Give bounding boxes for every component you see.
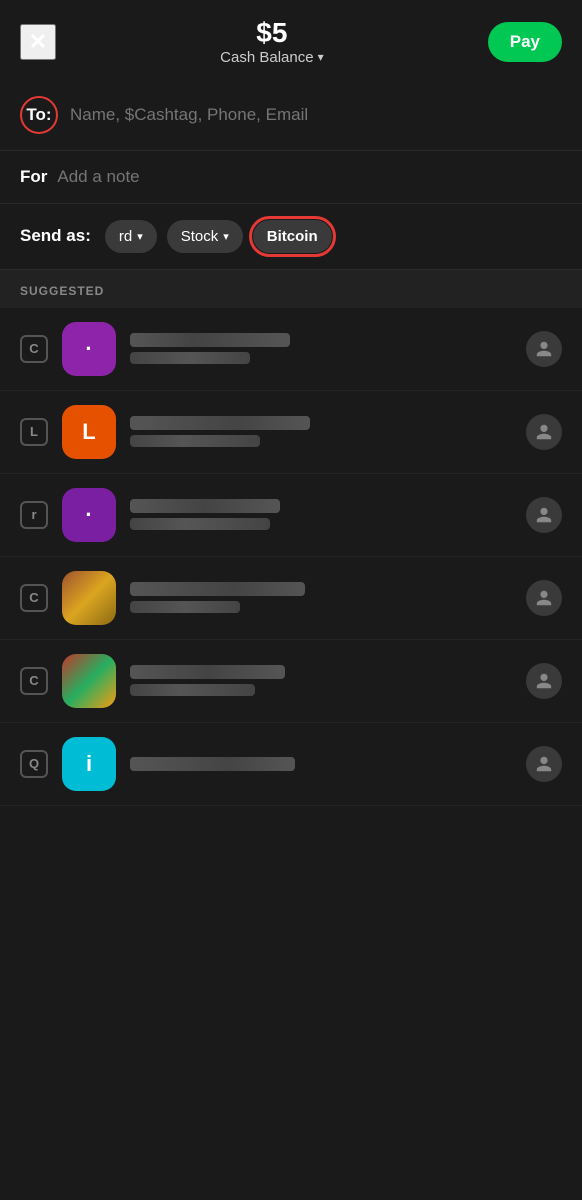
contact-handle xyxy=(130,435,260,447)
card-label: rd xyxy=(119,228,132,245)
list-item[interactable]: C xyxy=(0,557,582,640)
send-as-section: Send as: rd ▾ Stock ▾ Bitcoin xyxy=(0,204,582,270)
profile-button[interactable] xyxy=(526,331,562,367)
send-as-label: Send as: xyxy=(20,226,91,246)
contact-name xyxy=(130,757,295,771)
contact-letter-icon: Q xyxy=(20,750,48,778)
header: ✕ $5 Cash Balance ▾ Pay xyxy=(0,0,582,80)
contact-info xyxy=(130,665,512,696)
to-label: To: xyxy=(26,105,51,125)
list-item[interactable]: C · xyxy=(0,308,582,391)
contact-name xyxy=(130,499,280,513)
header-center: $5 Cash Balance ▾ xyxy=(56,18,488,66)
avatar: · xyxy=(62,488,116,542)
balance-label: Cash Balance xyxy=(220,49,313,66)
contact-name xyxy=(130,333,290,347)
contact-letter-icon: L xyxy=(20,418,48,446)
avatar xyxy=(62,654,116,708)
avatar: i xyxy=(62,737,116,791)
contact-info xyxy=(130,757,512,771)
contact-info xyxy=(130,416,512,447)
contact-handle xyxy=(130,684,255,696)
stock-button[interactable]: Stock ▾ xyxy=(167,220,243,253)
person-icon xyxy=(535,755,553,773)
avatar xyxy=(62,571,116,625)
contact-handle xyxy=(130,601,240,613)
stock-chevron-icon: ▾ xyxy=(223,230,229,243)
person-icon xyxy=(535,589,553,607)
to-section: To: xyxy=(0,80,582,151)
profile-button[interactable] xyxy=(526,746,562,782)
contact-info xyxy=(130,333,512,364)
contact-info xyxy=(130,582,512,613)
contact-name xyxy=(130,582,305,596)
person-icon xyxy=(535,672,553,690)
pay-button[interactable]: Pay xyxy=(488,22,562,62)
balance-dropdown[interactable]: Cash Balance ▾ xyxy=(56,49,488,66)
for-section: For xyxy=(0,151,582,204)
list-item[interactable]: Q i xyxy=(0,723,582,806)
contact-handle xyxy=(130,518,270,530)
list-item[interactable]: r · xyxy=(0,474,582,557)
contact-name xyxy=(130,665,285,679)
contact-letter-icon: r xyxy=(20,501,48,529)
list-item[interactable]: L L xyxy=(0,391,582,474)
contact-info xyxy=(130,499,512,530)
suggested-label: SUGGESTED xyxy=(20,284,104,298)
profile-button[interactable] xyxy=(526,663,562,699)
card-button[interactable]: rd ▾ xyxy=(105,220,157,253)
profile-button[interactable] xyxy=(526,497,562,533)
bitcoin-button[interactable]: Bitcoin xyxy=(253,220,332,253)
contact-letter-icon: C xyxy=(20,335,48,363)
person-icon xyxy=(535,340,553,358)
balance-chevron-icon: ▾ xyxy=(318,50,324,64)
contact-list: C · L L r · xyxy=(0,308,582,806)
avatar: L xyxy=(62,405,116,459)
to-input[interactable] xyxy=(70,105,562,125)
contact-name xyxy=(130,416,310,430)
to-label-circle: To: xyxy=(20,96,58,134)
contact-letter-icon: C xyxy=(20,667,48,695)
person-icon xyxy=(535,506,553,524)
profile-button[interactable] xyxy=(526,414,562,450)
person-icon xyxy=(535,423,553,441)
bitcoin-button-wrapper: Bitcoin xyxy=(253,220,332,253)
card-chevron-icon: ▾ xyxy=(137,230,143,243)
stock-label: Stock xyxy=(181,228,219,245)
contact-handle xyxy=(130,352,250,364)
contact-letter-icon: C xyxy=(20,584,48,612)
avatar: · xyxy=(62,322,116,376)
for-label: For xyxy=(20,167,47,187)
for-input[interactable] xyxy=(57,167,562,187)
list-item[interactable]: C xyxy=(0,640,582,723)
header-amount: $5 xyxy=(56,18,488,49)
suggested-header: SUGGESTED xyxy=(0,270,582,308)
profile-button[interactable] xyxy=(526,580,562,616)
close-button[interactable]: ✕ xyxy=(20,24,56,60)
